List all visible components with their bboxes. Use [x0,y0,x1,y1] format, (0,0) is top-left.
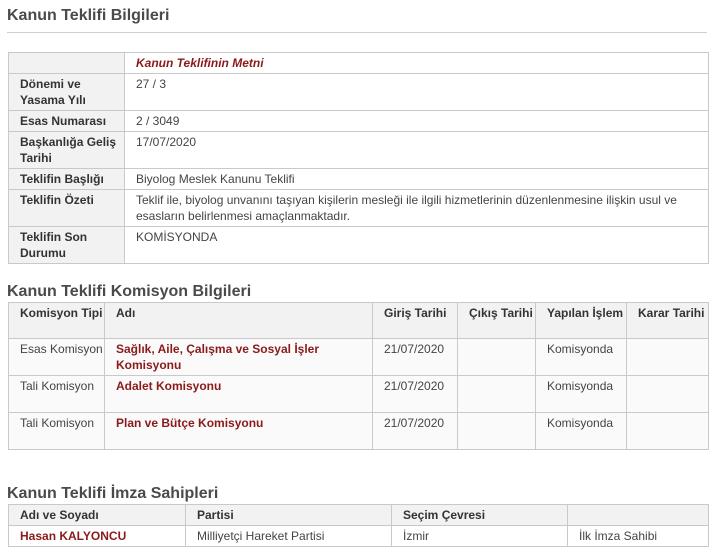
decision-date [626,338,709,376]
title-divider [7,32,707,33]
signatories-table: Adı ve Soyadı Partisi Seçim Çevresi Hasa… [8,504,709,547]
info-value: 27 / 3 [124,73,709,111]
info-value: Biyolog Meslek Kanunu Teklifi [124,168,709,190]
info-label: Teklifin Son Durumu [8,226,125,264]
info-label: Esas Numarası [8,110,125,132]
column-header: Seçim Çevresi [391,504,568,526]
column-header: Komisyon Tipi [8,302,105,339]
exit-date [457,375,536,413]
info-label: Dönemi ve Yasama Yılı [8,73,125,111]
signatory-name-link[interactable]: Hasan KALYONCU [8,525,186,547]
committee-type: Esas Komisyon [8,338,105,376]
action: Komisyonda [535,338,627,376]
committee-type: Tali Komisyon [8,412,105,450]
info-label: Teklifin Özeti [8,189,125,227]
committee-table: Komisyon Tipi Adı Giriş Tarihi Çıkış Tar… [8,302,709,450]
action: Komisyonda [535,412,627,450]
column-header: Partisi [185,504,392,526]
exit-date [457,412,536,450]
column-header: Çıkış Tarihi [457,302,536,339]
entry-date: 21/07/2020 [372,338,458,376]
decision-date [626,412,709,450]
section-title-bill-info: Kanun Teklifi Bilgileri [7,7,170,24]
committee-name-link[interactable]: Sağlık, Aile, Çalışma ve Sosyal İşler Ko… [104,338,373,376]
table-row: Tali Komisyon Adalet Komisyonu 21/07/202… [8,375,709,413]
decision-date [626,375,709,413]
info-value: KOMİSYONDA [124,226,709,264]
exit-date [457,338,536,376]
info-value: 17/07/2020 [124,131,709,169]
bill-text-link[interactable]: Kanun Teklifinin Metni [136,56,264,70]
column-header: Yapılan İşlem [535,302,627,339]
section-title-committee-info: Kanun Teklifi Komisyon Bilgileri [7,283,252,300]
signatory-district: İzmir [391,525,568,547]
info-value: Teklif ile, biyolog unvanını taşıyan kiş… [124,189,709,227]
committee-type: Tali Komisyon [8,375,105,413]
entry-date: 21/07/2020 [372,375,458,413]
entry-date: 21/07/2020 [372,412,458,450]
action: Komisyonda [535,375,627,413]
table-row: Tali Komisyon Plan ve Bütçe Komisyonu 21… [8,412,709,450]
committee-name-link[interactable]: Plan ve Bütçe Komisyonu [104,412,373,450]
section-title-signatories: Kanun Teklifi İmza Sahipleri [7,485,219,502]
committee-name-link[interactable]: Adalet Komisyonu [104,375,373,413]
column-header: Adı [104,302,373,339]
column-header: Adı ve Soyadı [8,504,186,526]
column-header: Karar Tarihi [626,302,709,339]
signatory-role: İlk İmza Sahibi [567,525,709,547]
empty-label-cell [8,52,125,74]
info-label: Teklifin Başlığı [8,168,125,190]
table-row: Hasan KALYONCU Milliyetçi Hareket Partis… [8,525,709,547]
info-value: 2 / 3049 [124,110,709,132]
table-row: Esas Komisyon Sağlık, Aile, Çalışma ve S… [8,338,709,376]
column-header [567,504,709,526]
signatory-party: Milliyetçi Hareket Partisi [185,525,392,547]
info-label: Başkanlığa Geliş Tarihi [8,131,125,169]
bill-info-table: Kanun Teklifinin Metni Dönemi ve Yasama … [8,52,709,264]
column-header: Giriş Tarihi [372,302,458,339]
